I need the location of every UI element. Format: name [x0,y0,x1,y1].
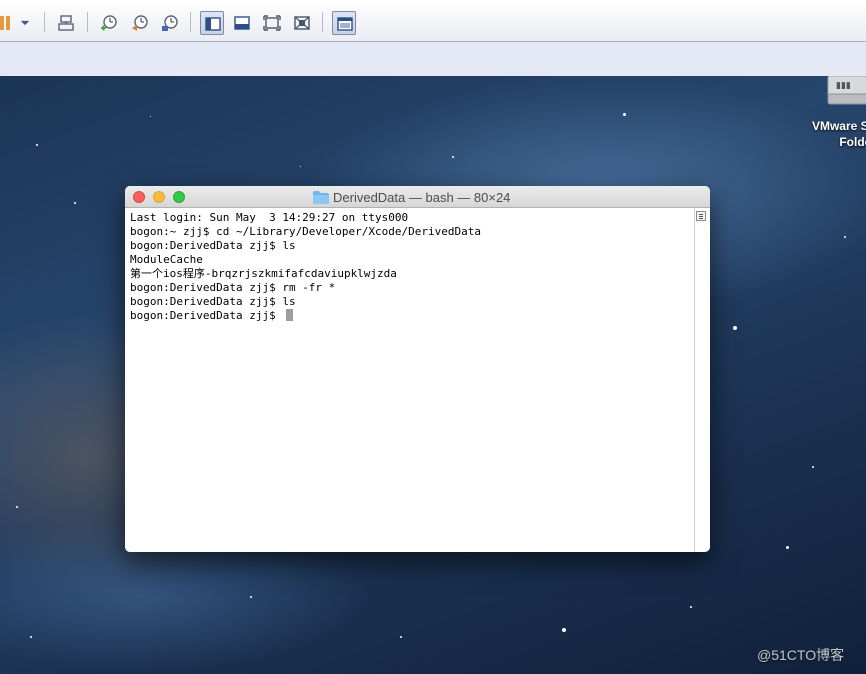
scrollbar-track[interactable] [694,208,695,552]
vmware-subbar [0,42,866,76]
terminal-line: 第一个ios程序-brqzrjszkmifafcdaviupklwjzda [130,267,397,280]
window-title: DerivedData — bash — 80×24 [313,189,510,205]
terminal-window[interactable]: DerivedData — bash — 80×24 Last login: S… [125,186,710,552]
star [30,636,32,638]
send-ctrl-alt-del-icon[interactable] [54,11,78,35]
unity-icon[interactable] [290,11,314,35]
pause-icon[interactable] [0,11,16,35]
star [844,236,846,238]
vmware-window: ▮▮▮ VMware Sh Folder DerivedData — bash … [0,0,866,674]
show-thumbnail-bar-icon[interactable] [230,11,254,35]
show-library-icon[interactable] [200,11,224,35]
revert-snapshot-icon[interactable] [128,11,152,35]
terminal-titlebar[interactable]: DerivedData — bash — 80×24 [125,186,710,208]
split-pane-icon[interactable] [696,211,706,221]
dropdown-arrow-icon[interactable] [16,11,32,35]
console-view-icon[interactable] [332,11,356,35]
terminal-line: bogon:DerivedData zjj$ ls [130,239,296,252]
shared-folder-drive-icon[interactable]: ▮▮▮ [826,75,866,106]
toolbar-separator [87,12,88,32]
star [733,326,737,330]
star [690,606,692,608]
take-snapshot-icon[interactable] [97,11,121,35]
star [74,202,76,204]
terminal-line: ModuleCache [130,253,203,266]
toolbar-separator [322,12,323,32]
window-title-text: DerivedData — bash — 80×24 [333,189,511,205]
full-screen-icon[interactable] [260,11,284,35]
star [150,116,151,117]
toolbar-separator [190,12,191,32]
star [16,506,18,508]
close-button[interactable] [133,191,145,203]
star [623,113,626,116]
star [36,144,38,146]
star [452,156,454,158]
star [400,636,402,638]
star [562,628,566,632]
terminal-output[interactable]: Last login: Sun May 3 14:29:27 on ttys00… [130,211,690,541]
star [250,596,252,598]
terminal-prompt-line[interactable]: bogon:DerivedData zjj$ [130,309,690,323]
terminal-line: bogon:DerivedData zjj$ ls [130,295,296,308]
svg-text:▮▮▮: ▮▮▮ [836,81,851,91]
watermark: @51CTO博客 [757,647,845,663]
vmware-toolbar [0,0,866,42]
terminal-line: bogon:~ zjj$ cd ~/Library/Developer/Xcod… [130,225,481,238]
text-cursor [286,309,294,321]
folder-icon [313,190,329,204]
snapshot-manager-icon[interactable] [158,11,182,35]
shared-folder-label[interactable]: VMware Sh Folder [796,118,866,150]
star [300,166,301,167]
star [786,546,789,549]
minimize-button[interactable] [153,191,165,203]
zoom-button[interactable] [173,191,185,203]
terminal-prompt: bogon:DerivedData zjj$ [130,309,283,322]
terminal-line: bogon:DerivedData zjj$ rm -fr * [130,281,336,294]
toolbar-separator [44,12,45,32]
terminal-line: Last login: Sun May 3 14:29:27 on ttys00… [130,211,409,224]
star [812,466,814,468]
